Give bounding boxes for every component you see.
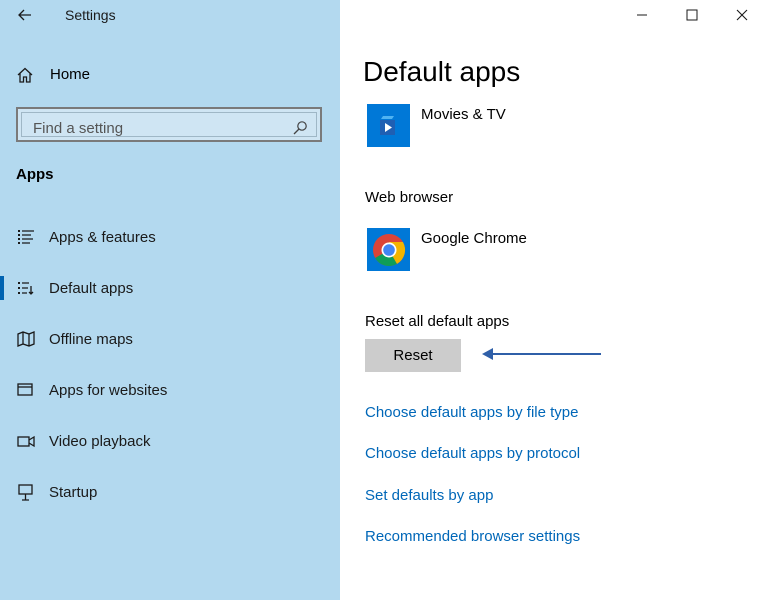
sidebar-item-default-apps[interactable]: Default apps: [0, 270, 340, 306]
reset-label: Reset all default apps: [365, 313, 510, 330]
map-icon: [16, 329, 36, 349]
link-window-icon: [16, 380, 36, 400]
startup-icon: [16, 482, 36, 502]
default-apps-icon: [16, 278, 36, 298]
app-title: Settings: [65, 7, 116, 23]
list-icon: [16, 227, 36, 247]
reset-button[interactable]: Reset: [365, 339, 461, 372]
sidebar: Settings Home Find a setting Apps Apps &…: [0, 0, 340, 600]
sidebar-item-offline-maps[interactable]: Offline maps: [0, 321, 340, 357]
close-button[interactable]: [717, 0, 767, 30]
video-player-default[interactable]: Movies & TV: [367, 104, 506, 147]
search-field: Find a setting: [21, 112, 317, 137]
maximize-icon: [686, 9, 698, 21]
arrow-annotation-icon: [482, 348, 601, 360]
link-recommended-browser-settings[interactable]: Recommended browser settings: [365, 528, 580, 545]
sidebar-item-video-playback[interactable]: Video playback: [0, 423, 340, 459]
back-arrow-icon: [18, 9, 31, 21]
search-placeholder: Find a setting: [33, 120, 124, 137]
section-title: Apps: [16, 166, 54, 183]
search-input[interactable]: Find a setting: [16, 107, 322, 142]
back-button[interactable]: [14, 5, 36, 25]
app-name: Movies & TV: [421, 106, 506, 123]
minimize-icon: [637, 14, 647, 16]
link-set-defaults-by-app[interactable]: Set defaults by app: [365, 487, 493, 504]
link-file-type[interactable]: Choose default apps by file type: [365, 404, 578, 421]
home-nav[interactable]: Home: [16, 64, 90, 86]
sidebar-item-label: Startup: [49, 483, 98, 501]
sidebar-item-label: Offline maps: [49, 330, 133, 348]
sidebar-item-label: Apps & features: [49, 228, 156, 246]
home-label: Home: [50, 66, 91, 83]
sidebar-item-apps-for-websites[interactable]: Apps for websites: [0, 372, 340, 408]
web-browser-label: Web browser: [365, 189, 454, 206]
video-icon: [16, 431, 36, 451]
movies-tv-icon: [367, 104, 410, 147]
sidebar-item-startup[interactable]: Startup: [0, 474, 340, 510]
sidebar-item-apps-features[interactable]: Apps & features: [0, 219, 340, 255]
minimize-button[interactable]: [617, 0, 667, 30]
web-browser-default[interactable]: Google Chrome: [367, 228, 527, 271]
home-icon: [17, 67, 33, 83]
chrome-icon: [367, 228, 410, 271]
search-icon[interactable]: [292, 120, 308, 136]
sidebar-item-label: Default apps: [49, 279, 134, 297]
page-title: Default apps: [363, 56, 521, 87]
close-icon: [736, 9, 748, 21]
window-controls: [617, 0, 767, 30]
app-name: Google Chrome: [421, 230, 527, 247]
link-protocol[interactable]: Choose default apps by protocol: [365, 445, 580, 462]
maximize-button[interactable]: [667, 0, 717, 30]
sidebar-item-label: Video playback: [49, 432, 151, 450]
sidebar-item-label: Apps for websites: [49, 381, 168, 399]
